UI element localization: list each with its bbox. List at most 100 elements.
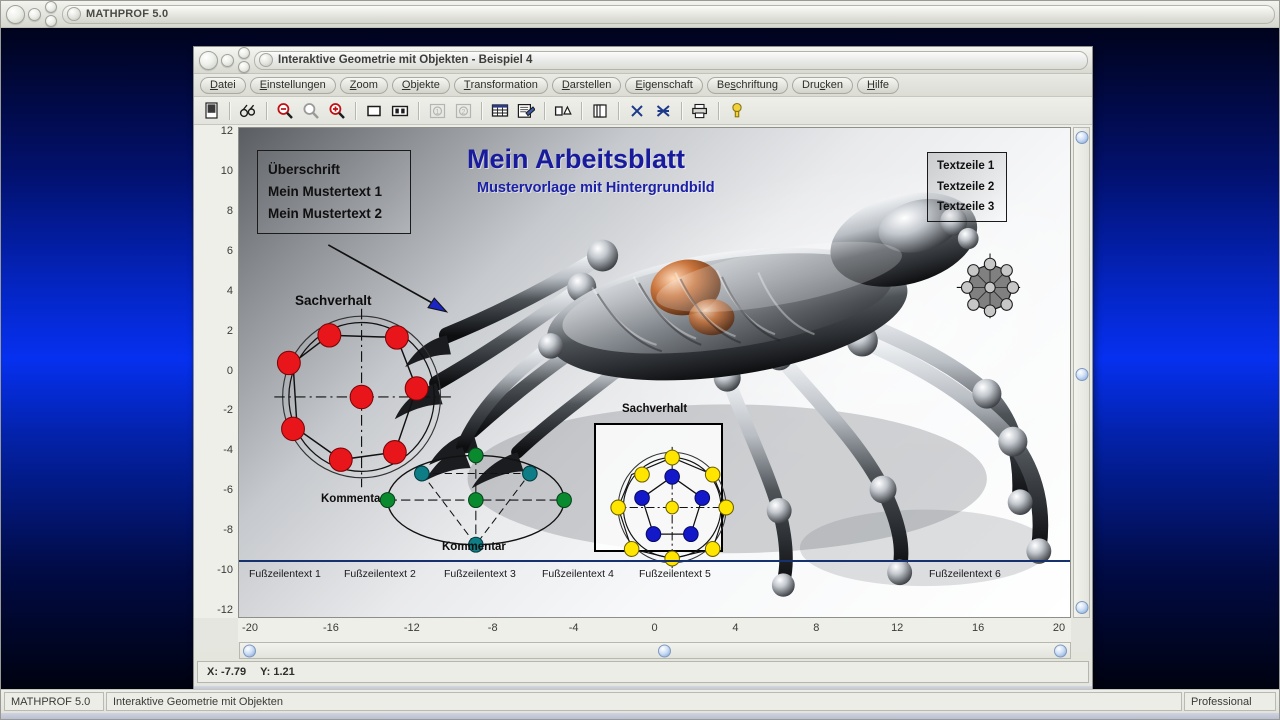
x-tick-label: 4: [732, 622, 739, 634]
worksheet-icon[interactable]: [514, 99, 538, 123]
menu-item-eigenschaft[interactable]: Eigenschaft: [625, 76, 703, 94]
menu-item-darstellen[interactable]: Darstellen: [551, 76, 622, 94]
menu-item-transformation[interactable]: Transformation: [453, 76, 548, 94]
footer-text-6[interactable]: Fußzeilentext 6: [929, 568, 1001, 580]
framed-construction-box[interactable]: [594, 423, 723, 552]
split-view-icon[interactable]: [388, 99, 412, 123]
horizontal-scrollbar[interactable]: [239, 642, 1071, 659]
right-line-2: Textzeile 2: [937, 180, 995, 193]
x-tick-label: 12: [891, 622, 904, 634]
toolbar-separator: [266, 101, 267, 120]
svg-text:2: 2: [461, 109, 465, 116]
menu-item-einstellungen[interactable]: Einstellungen: [249, 76, 336, 94]
footer-text-3[interactable]: Fußzeilentext 3: [444, 568, 516, 580]
x-tick-label: 0: [651, 622, 658, 634]
binoculars-icon[interactable]: [236, 99, 260, 123]
circle-two-icon: 2: [451, 99, 475, 123]
toolbar-separator: [681, 101, 682, 120]
child-window-icon: [259, 53, 273, 67]
right-line-1: Textzeile 1: [937, 160, 995, 173]
footer-text-4[interactable]: Fußzeilentext 4: [542, 568, 614, 580]
worksheet-subtitle: Mustervorlage mit Hintergrundbild: [477, 180, 715, 196]
worksheet-canvas[interactable]: Überschrift Mein Mustertext 1 Mein Muste…: [238, 127, 1071, 618]
application-window: MATHPROF 5.0 Interaktive Geometrie mit O…: [0, 0, 1280, 720]
help-bulb-icon[interactable]: [725, 99, 749, 123]
status-edition: Professional: [1184, 692, 1276, 711]
menu-item-zoom[interactable]: Zoom: [339, 76, 388, 94]
y-tick-label: -10: [217, 564, 233, 577]
y-tick-label: -6: [223, 484, 233, 497]
x-axis-labels: -20 -16 -12 -8 -4 0 4 8 12 16 20: [238, 618, 1071, 642]
horizontal-scroll-thumb[interactable]: [658, 644, 671, 657]
y-tick-label: 10: [220, 164, 233, 177]
coordinate-readout: X: -7.79 Y: 1.21: [198, 666, 309, 678]
toolbar-separator: [418, 101, 419, 120]
worksheet-header-box[interactable]: Überschrift Mein Mustertext 1 Mein Muste…: [257, 150, 411, 234]
vertical-scroll-thumb[interactable]: [1075, 368, 1088, 381]
footer-text-1[interactable]: Fußzeilentext 1: [249, 568, 321, 580]
zoom-out-icon[interactable]: [273, 99, 297, 123]
print-icon[interactable]: [688, 99, 712, 123]
delete-all-x-icon[interactable]: [651, 99, 675, 123]
child-window-titlebar: Interaktive Geometrie mit Objekten - Bei…: [194, 47, 1092, 74]
window-minimize-button[interactable]: [28, 7, 41, 21]
y-tick-label: 4: [226, 284, 233, 297]
app-icon: [67, 7, 81, 21]
footer-text-2[interactable]: Fußzeilentext 2: [344, 568, 416, 580]
footer-text-5[interactable]: Fußzeilentext 5: [639, 568, 711, 580]
y-tick-label: 8: [226, 204, 233, 217]
menu-item-datei[interactable]: Datei: [200, 76, 246, 94]
worksheet-right-box[interactable]: Textzeile 1 Textzeile 2 Textzeile 3: [927, 152, 1007, 222]
circle-one-icon: 1: [425, 99, 449, 123]
y-tick-label: 2: [226, 324, 233, 337]
toolbar-separator: [544, 101, 545, 120]
menu-item-beschriftung[interactable]: Be s chriftung: [706, 76, 789, 94]
menu-item-objekte[interactable]: Objekte: [391, 76, 450, 94]
x-tick-label: -16: [322, 622, 339, 634]
child-close-button[interactable]: [199, 50, 218, 70]
shapes-icon[interactable]: [551, 99, 575, 123]
delete-x-icon[interactable]: [625, 99, 649, 123]
rectangle-icon[interactable]: [362, 99, 386, 123]
toolbar-separator: [718, 101, 719, 120]
app-title: MATHPROF 5.0: [86, 8, 169, 20]
zoom-in-icon[interactable]: [325, 99, 349, 123]
y-tick-label: -2: [223, 404, 233, 417]
framed-title-label: Sachverhalt: [622, 403, 688, 415]
y-tick-label: -8: [223, 524, 233, 537]
application-status-bar: MATHPROF 5.0 Interaktive Geometrie mit O…: [1, 689, 1279, 713]
copy-icon[interactable]: [588, 99, 612, 123]
scroll-down-button[interactable]: [1075, 601, 1088, 614]
zoom-reset-icon[interactable]: [299, 99, 323, 123]
menu-item-hilfe[interactable]: Hilfe: [857, 76, 900, 94]
scroll-right-button[interactable]: [1054, 644, 1067, 657]
window-close-button[interactable]: [6, 4, 25, 24]
mdi-desktop: Interaktive Geometrie mit Objekten - Bei…: [1, 28, 1279, 689]
y-tick-label: 0: [226, 364, 233, 377]
plot-row: 12 10 8 6 4 2 0 -2 -4 -6 -8 -10 -12 Über…: [194, 125, 1092, 618]
right-line-3: Textzeile 3: [937, 201, 995, 214]
child-minimize-button[interactable]: [221, 53, 234, 67]
vertical-scrollbar[interactable]: [1073, 127, 1090, 618]
footer-rule: [239, 560, 1070, 562]
mode-button-icon[interactable]: [199, 99, 223, 123]
child-window-caption: Interaktive Geometrie mit Objekten - Bei…: [254, 50, 1088, 70]
header-line-1: Überschrift: [268, 162, 341, 178]
plot-work-area: 12 10 8 6 4 2 0 -2 -4 -6 -8 -10 -12 Über…: [194, 125, 1092, 686]
x-tick-label: -12: [403, 622, 420, 634]
child-restore-button[interactable]: [238, 47, 250, 59]
window-restore-button[interactable]: [45, 1, 57, 13]
application-bottom-edge: [1, 713, 1279, 719]
toolbar-separator: [581, 101, 582, 120]
window-maximize-button[interactable]: [45, 15, 57, 27]
menu-item-drucken[interactable]: Dru c ken: [792, 76, 854, 94]
child-maximize-button[interactable]: [238, 61, 250, 73]
toolbar-separator: [618, 101, 619, 120]
window-restore-group: [45, 1, 57, 27]
scroll-left-button[interactable]: [243, 644, 256, 657]
table-icon[interactable]: [488, 99, 512, 123]
scroll-up-button[interactable]: [1075, 131, 1088, 144]
x-coordinate: X: -7.79: [207, 666, 247, 678]
y-coordinate: Y: 1.21: [260, 666, 295, 678]
status-program: MATHPROF 5.0: [4, 692, 104, 711]
